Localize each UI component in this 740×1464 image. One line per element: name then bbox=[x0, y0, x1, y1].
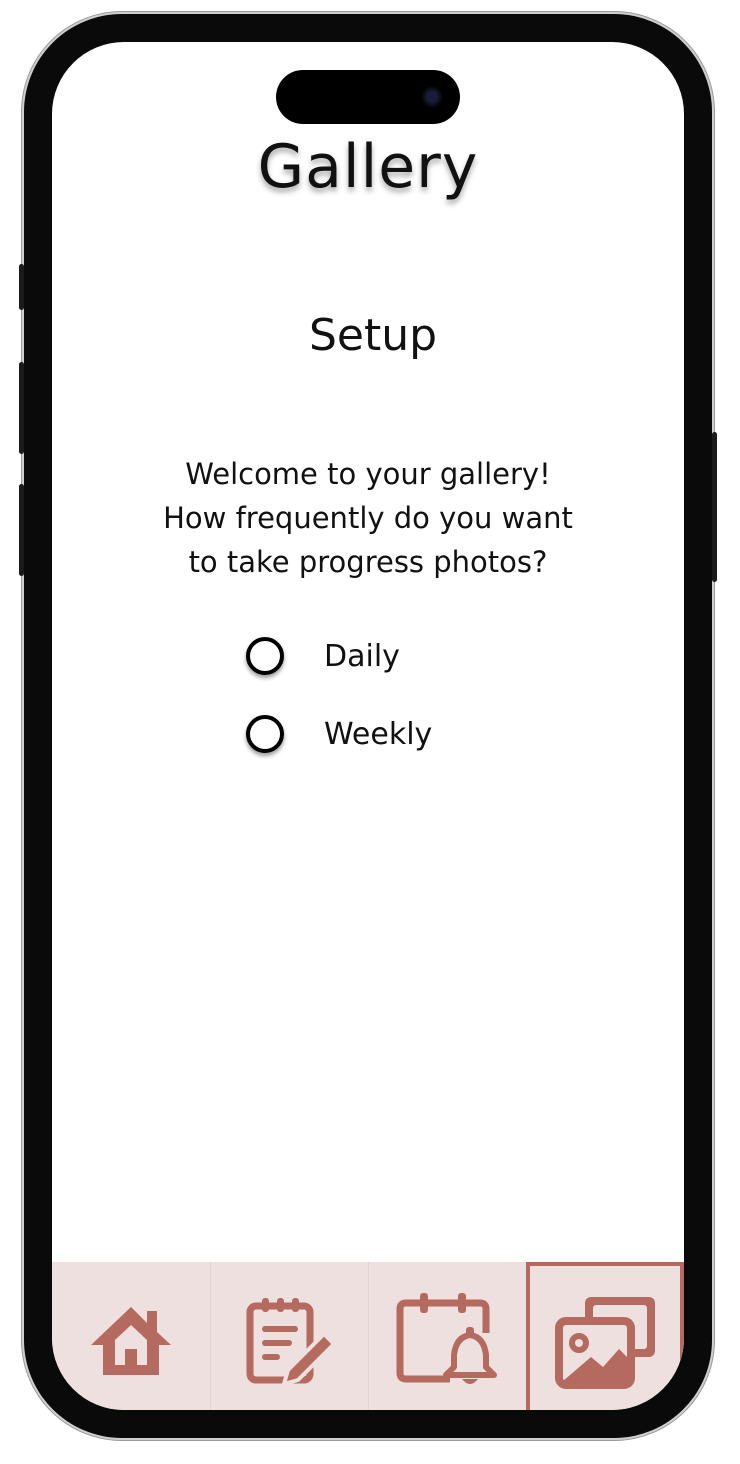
front-camera bbox=[422, 87, 442, 107]
tab-reminders[interactable] bbox=[368, 1262, 526, 1410]
setup-prompt: Welcome to your gallery! How frequently … bbox=[128, 452, 608, 584]
home-icon bbox=[91, 1307, 171, 1375]
radio-button-daily[interactable] bbox=[246, 637, 284, 675]
prompt-line: to take progress photos? bbox=[188, 545, 548, 579]
option-daily[interactable]: Daily bbox=[246, 630, 506, 682]
dynamic-island bbox=[276, 70, 460, 124]
calendar-reminder-icon bbox=[396, 1293, 497, 1384]
tab-home[interactable] bbox=[52, 1262, 210, 1410]
tab-journal[interactable] bbox=[210, 1262, 368, 1410]
page-title: Gallery bbox=[257, 132, 479, 202]
bottom-tab-bar bbox=[52, 1262, 684, 1410]
setup-heading: Setup bbox=[308, 310, 438, 361]
option-label-weekly: Weekly bbox=[324, 716, 433, 752]
frequency-options: Daily Weekly bbox=[246, 630, 506, 786]
option-weekly[interactable]: Weekly bbox=[246, 708, 506, 760]
radio-button-weekly[interactable] bbox=[246, 715, 284, 753]
prompt-line: Welcome to your gallery! bbox=[185, 457, 551, 491]
notes-edit-icon bbox=[246, 1298, 337, 1386]
option-label-daily: Daily bbox=[324, 638, 400, 674]
mute-switch bbox=[19, 264, 24, 310]
phone-frame: Gallery Setup Welcome to your gallery! H… bbox=[19, 14, 717, 1438]
power-button bbox=[712, 432, 717, 582]
volume-up-button bbox=[19, 362, 24, 454]
tab-gallery[interactable] bbox=[526, 1262, 684, 1410]
app-screen: Gallery Setup Welcome to your gallery! H… bbox=[52, 42, 684, 1410]
prompt-line: How frequently do you want bbox=[163, 501, 573, 535]
gallery-photos-icon bbox=[554, 1297, 655, 1389]
volume-down-button bbox=[19, 484, 24, 576]
